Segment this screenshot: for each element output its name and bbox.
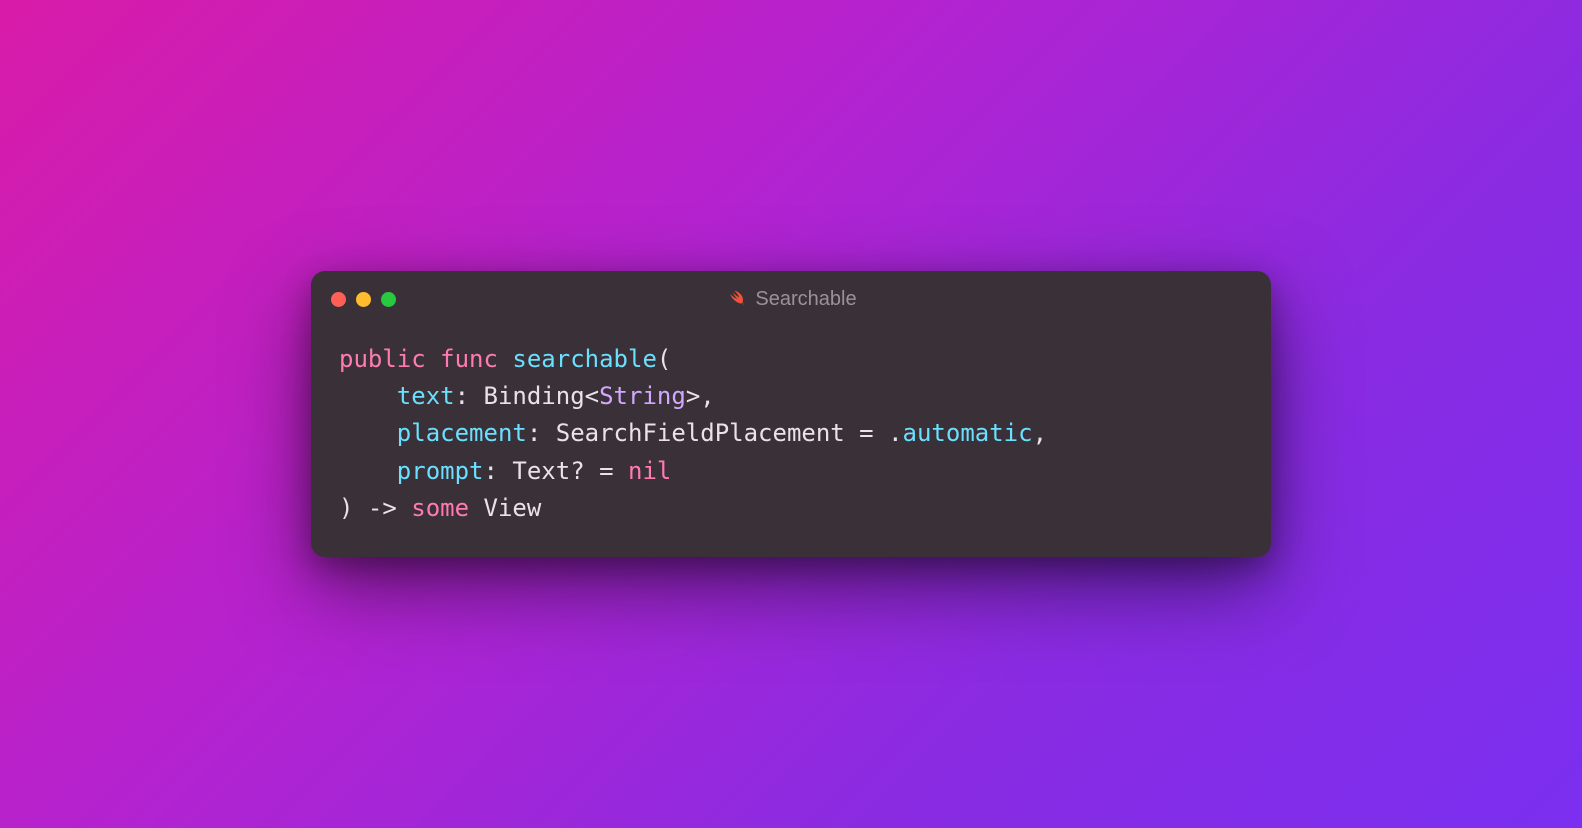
window-title: Searchable [755,288,856,311]
window-titlebar: Searchable [311,271,1271,323]
code-window: Searchable public func searchable( text:… [311,271,1271,557]
indent [339,382,397,410]
colon: : [484,457,513,485]
open-paren: ( [657,345,671,373]
indent [339,419,397,447]
close-arrow: ) -> [339,494,411,522]
func-name: searchable [512,345,657,373]
keyword-some: some [411,494,469,522]
type-text: Text [512,457,570,485]
param-prompt: prompt [397,457,484,485]
optional-eq: ? = [570,457,628,485]
code-content: public func searchable( text: Binding<St… [311,323,1271,557]
keyword-nil: nil [628,457,671,485]
minimize-button[interactable] [356,292,371,307]
gt-comma: >, [686,382,715,410]
type-string: String [599,382,686,410]
type-view: View [484,494,542,522]
param-placement: placement [397,419,527,447]
keyword-public: public [339,345,426,373]
type-searchfieldplacement: SearchFieldPlacement [556,419,845,447]
comma: , [1033,419,1047,447]
swift-icon [725,289,745,309]
value-automatic: automatic [903,419,1033,447]
window-title-group: Searchable [725,288,856,311]
close-button[interactable] [331,292,346,307]
param-text: text [397,382,455,410]
indent [339,457,397,485]
lt: < [585,382,599,410]
type-binding: Binding [484,382,585,410]
maximize-button[interactable] [381,292,396,307]
eq-dot: = . [845,419,903,447]
colon: : [455,382,484,410]
colon: : [527,419,556,447]
keyword-func: func [440,345,498,373]
traffic-lights [331,292,396,307]
space [469,494,483,522]
